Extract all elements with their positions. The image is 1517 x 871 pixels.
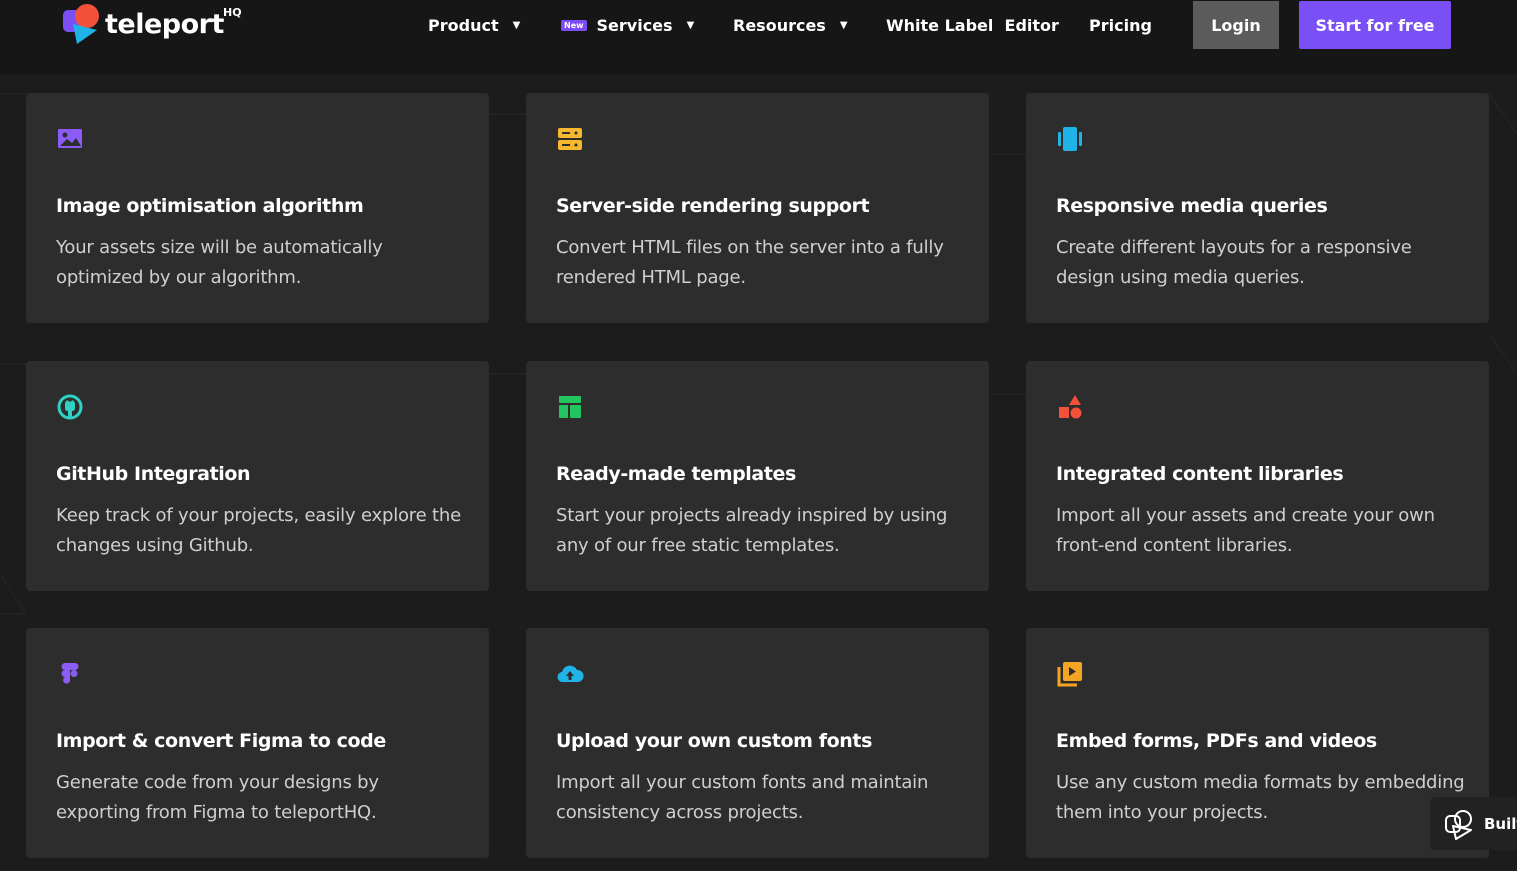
feature-card: Integrated content libraries Import all …: [1026, 361, 1489, 591]
shapes-icon: [1059, 395, 1082, 419]
feature-title: Import & convert Figma to code: [56, 730, 386, 752]
nav-pricing-label: Pricing: [1089, 15, 1152, 35]
feature-title: Responsive media queries: [1056, 195, 1328, 217]
built-with-label: Built: [1484, 814, 1517, 833]
brand-name: teleport: [105, 8, 224, 40]
feature-description: Create different layouts for a responsiv…: [1056, 237, 1412, 288]
teleport-logo[interactable]: teleport: [63, 4, 224, 44]
feature-card: Responsive media queries Create differen…: [1026, 93, 1489, 323]
chevron-down-icon: ▼: [686, 19, 695, 31]
teleport-outline-icon: [1445, 809, 1472, 840]
nav-white-label-editor[interactable]: White Label Editor: [886, 14, 1059, 36]
feature-title: Embed forms, PDFs and videos: [1056, 730, 1377, 752]
feature-description: Your assets size will be automatically o…: [56, 237, 383, 288]
video-icon: [1057, 662, 1082, 687]
feature-title: Integrated content libraries: [1056, 463, 1344, 485]
chevron-down-icon: ▼: [512, 19, 521, 31]
feature-card: Server-side rendering support Convert HT…: [526, 93, 989, 323]
feature-card: Ready-made templates Start your projects…: [526, 361, 989, 591]
nav-pricing[interactable]: Pricing: [1089, 14, 1152, 36]
brand-suffix: HQ: [223, 6, 242, 19]
feature-description: Use any custom media formats by embeddin…: [1056, 772, 1465, 823]
top-navbar: teleport HQ Product ▼ New Services ▼ Res…: [0, 0, 1517, 74]
teleport-logo-icon: [63, 4, 99, 44]
feature-card: GitHub Integration Keep track of your pr…: [26, 361, 489, 591]
feature-description: Import all your custom fonts and maintai…: [556, 772, 929, 823]
built-with-widget[interactable]: Built: [1430, 797, 1517, 850]
feature-description: Generate code from your designs by expor…: [56, 772, 379, 823]
server-icon: [558, 128, 582, 150]
feature-title: GitHub Integration: [56, 463, 251, 485]
feature-card: Upload your own custom fonts Import all …: [526, 628, 989, 858]
nav-services-label: Services: [596, 15, 673, 35]
image-icon: [58, 129, 82, 148]
mobile-icon: [1058, 127, 1082, 151]
feature-description: Start your projects already inspired by …: [556, 505, 948, 556]
nav-product-label: Product: [428, 15, 499, 35]
nav-product[interactable]: Product ▼: [428, 14, 520, 36]
feature-card: Embed forms, PDFs and videos Use any cus…: [1026, 628, 1489, 858]
new-badge: New: [561, 19, 587, 31]
template-icon: [559, 396, 581, 418]
cloud-upload-icon: [557, 665, 584, 683]
feature-title: Ready-made templates: [556, 463, 796, 485]
nav-services[interactable]: New Services ▼: [561, 14, 694, 36]
nav-white-label-label: White Label Editor: [886, 15, 1059, 35]
feature-title: Server-side rendering support: [556, 195, 870, 217]
login-button[interactable]: Login: [1193, 1, 1279, 49]
feature-title: Upload your own custom fonts: [556, 730, 873, 752]
nav-resources-label: Resources: [733, 15, 826, 35]
github-icon: [57, 394, 83, 420]
feature-description: Import all your assets and create your o…: [1056, 505, 1435, 556]
start-for-free-button[interactable]: Start for free: [1299, 1, 1451, 49]
nav-resources[interactable]: Resources ▼: [733, 14, 848, 36]
feature-card: Image optimisation algorithm Your assets…: [26, 93, 489, 323]
figma-icon: [61, 663, 79, 684]
feature-title: Image optimisation algorithm: [56, 195, 364, 217]
chevron-down-icon: ▼: [839, 19, 848, 31]
feature-description: Convert HTML files on the server into a …: [556, 237, 944, 288]
feature-description: Keep track of your projects, easily expl…: [56, 505, 461, 556]
feature-card: Import & convert Figma to code Generate …: [26, 628, 489, 858]
